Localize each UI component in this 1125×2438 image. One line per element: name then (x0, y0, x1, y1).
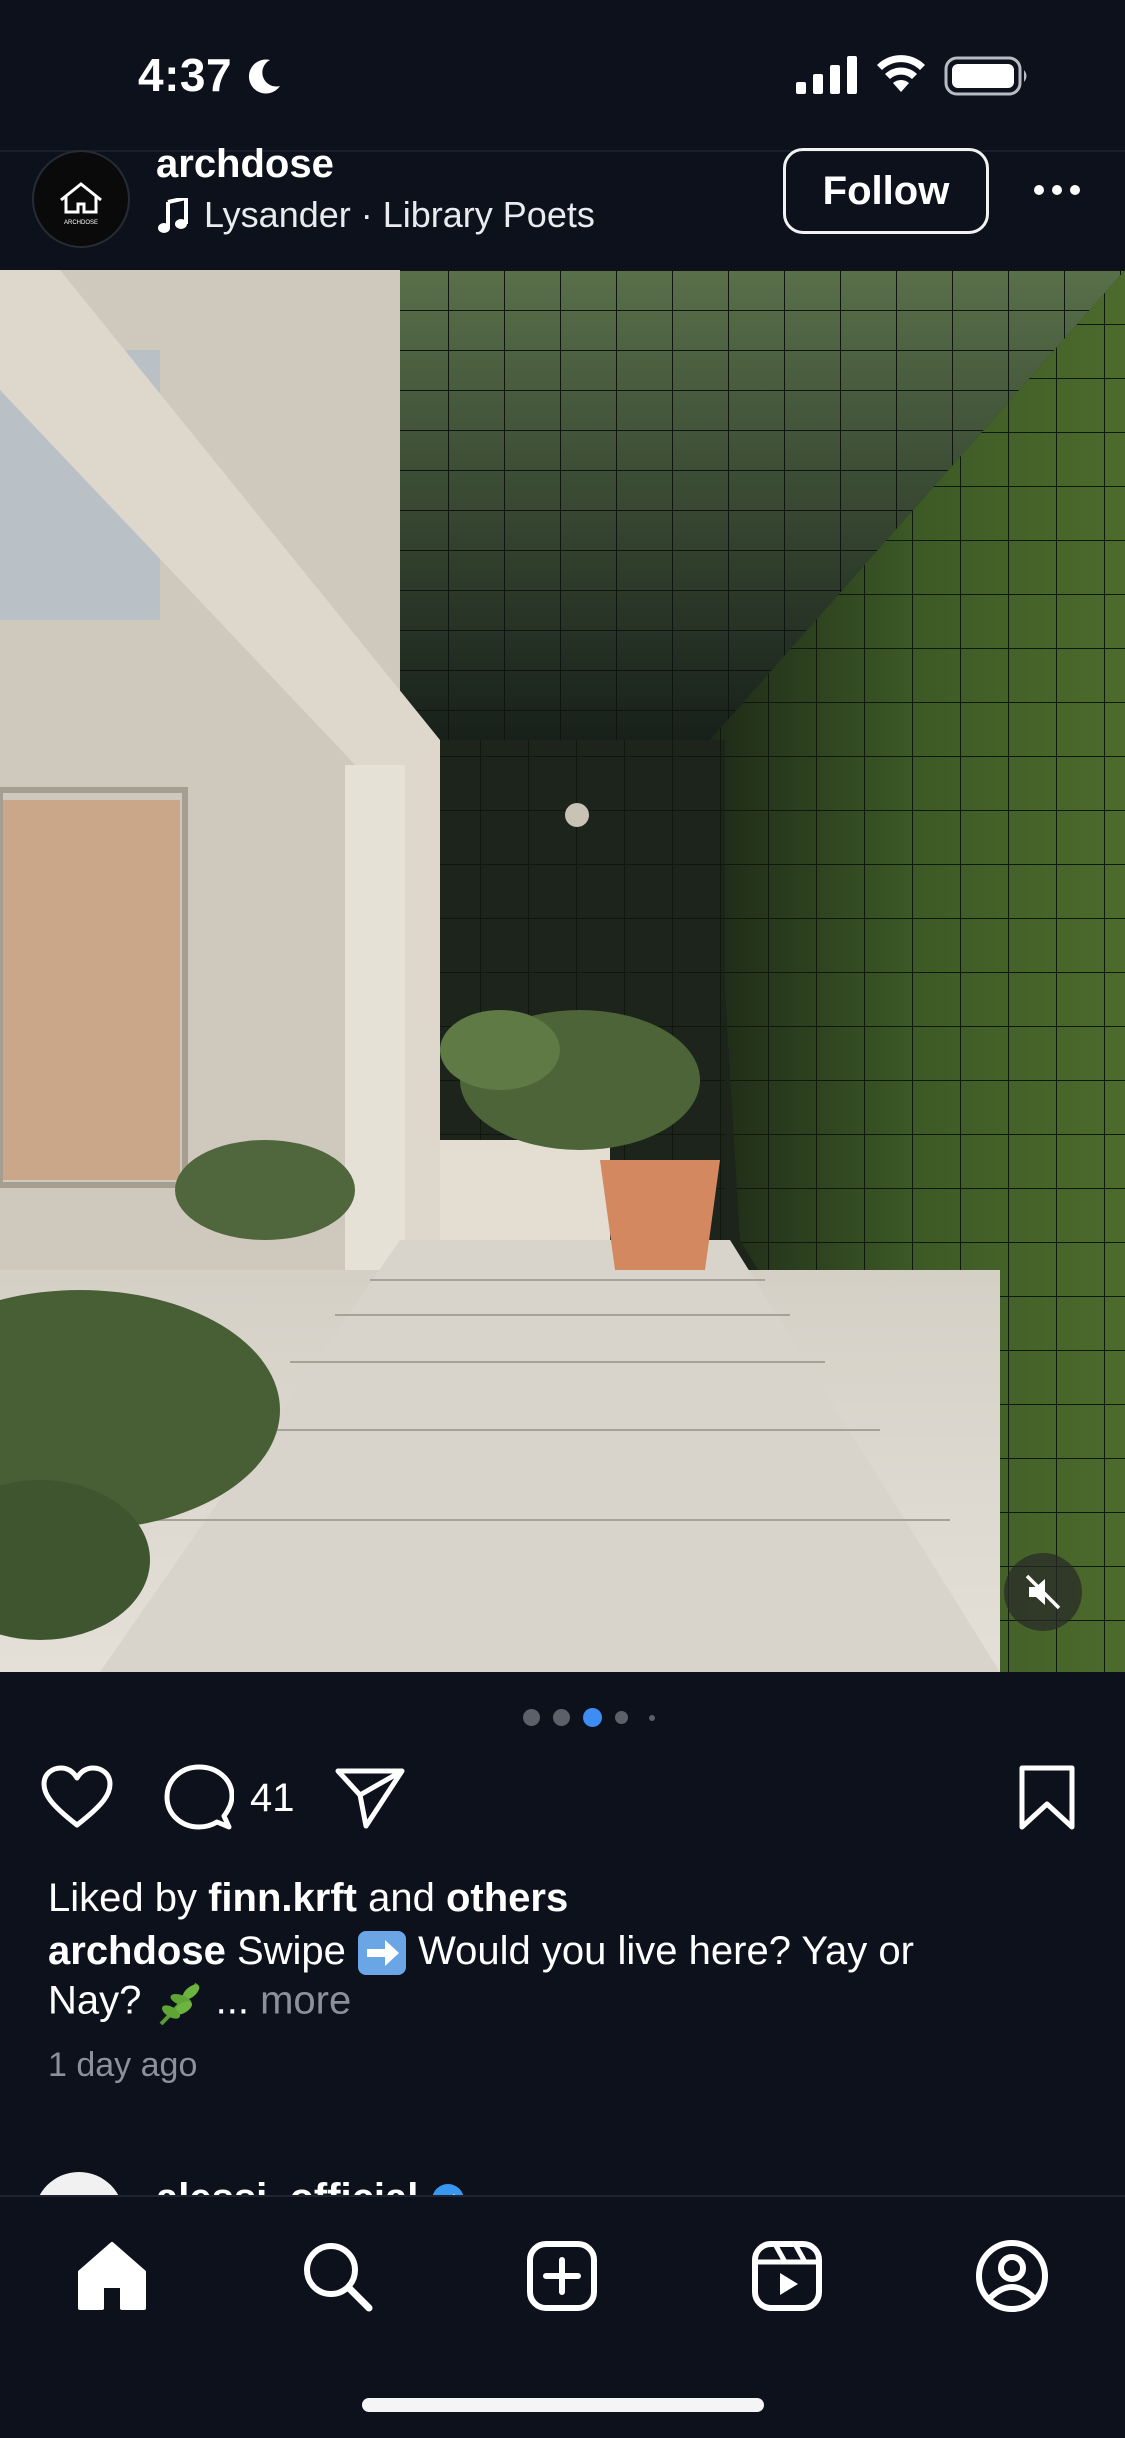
caption-text-line2: Nay? (48, 1978, 153, 2023)
right-arrow-emoji-icon (358, 1931, 407, 1976)
home-icon[interactable] (72, 2236, 152, 2316)
carousel-dot (553, 1709, 570, 1726)
post-photo[interactable] (0, 270, 1125, 1672)
likes-summary[interactable]: Liked by finn.krft and others (48, 1876, 568, 1921)
moon-icon (248, 59, 280, 94)
likes-middle: and (356, 1876, 446, 1920)
wifi-icon (877, 55, 925, 92)
carousel-dot-active (583, 1708, 602, 1727)
caption-text: Swipe (225, 1929, 358, 1973)
caption-username[interactable]: archdose (48, 1929, 226, 1973)
avatar[interactable]: ARCHDOSE (32, 150, 130, 248)
liker-username[interactable]: finn.krft (208, 1876, 357, 1920)
audio-track-label[interactable]: Lysander · Library Poets (204, 194, 595, 236)
speaker-muted-icon (1025, 1574, 1061, 1610)
caption-line: archdose Swipe Would you live here? Yay … (48, 1929, 914, 1977)
follow-button[interactable]: Follow (783, 148, 989, 234)
caption-ellipsis: ... (204, 1978, 261, 2023)
caption-line: Nay? ... more (48, 1978, 351, 2028)
like-heart-icon[interactable] (40, 1764, 114, 1830)
comment-bubble-icon[interactable] (164, 1764, 234, 1832)
status-time: 4:37 (138, 49, 233, 101)
logo-text: ARCHDOSE (64, 220, 98, 226)
corridor-photo (0, 270, 1125, 1672)
home-indicator[interactable] (362, 2398, 764, 2412)
mute-toggle-button[interactable] (1004, 1553, 1082, 1631)
post-timestamp: 1 day ago (48, 2046, 198, 2084)
comment-count[interactable]: 41 (250, 1776, 295, 1821)
battery-icon (944, 56, 1027, 96)
caption-text-continued: Would you live here? Yay or (407, 1929, 914, 1973)
likes-others[interactable]: others (446, 1876, 568, 1920)
reels-icon[interactable] (747, 2236, 827, 2316)
archdose-logo: ARCHDOSE (60, 182, 102, 226)
caption-more-link[interactable]: more (260, 1979, 351, 2023)
more-options-icon[interactable] (1030, 172, 1084, 208)
search-icon[interactable] (297, 2236, 377, 2316)
profile-icon[interactable] (972, 2236, 1052, 2316)
herb-emoji-icon (159, 1982, 199, 2026)
save-bookmark-icon[interactable] (1018, 1764, 1076, 1832)
carousel-dot (523, 1709, 540, 1726)
likes-prefix: Liked by (48, 1876, 209, 1920)
post-username[interactable]: archdose (156, 142, 334, 187)
share-send-icon[interactable] (334, 1766, 406, 1830)
carousel-dot (649, 1715, 655, 1721)
music-note-icon (158, 198, 188, 233)
carousel-dot (615, 1711, 628, 1724)
cellular-signal-icon (796, 56, 857, 94)
create-post-icon[interactable] (522, 2236, 602, 2316)
